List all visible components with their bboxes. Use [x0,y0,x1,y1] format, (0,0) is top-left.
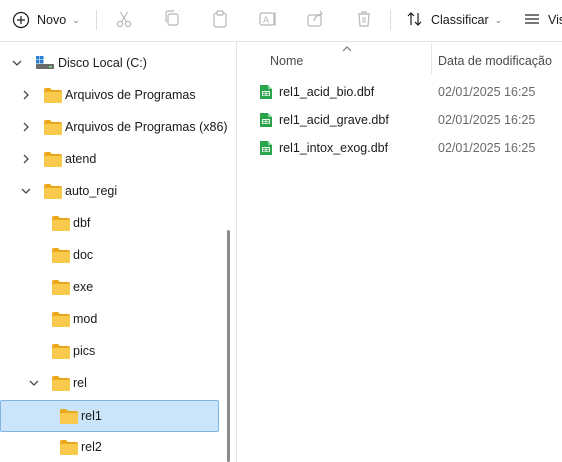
command-bar: Novo ⌄ A Classificar ⌄ Vi [0,0,562,42]
file-date-modified: 02/01/2025 16:25 [438,141,536,155]
folder-icon [44,184,62,202]
svg-text:A: A [263,16,270,26]
tree-item-arquivos-de-programas-x86[interactable]: Arquivos de Programas (x86) [0,112,228,142]
tree-item-rel1[interactable]: rel1 [0,400,219,432]
tree-item-atend[interactable]: atend [0,144,220,174]
tree-item-rel[interactable]: rel [0,368,220,398]
chevron-down-icon: ⌄ [72,14,80,25]
file-name: rel1_acid_bio.dbf [279,85,375,99]
tree-item-pics[interactable]: pics [0,336,220,366]
sort-button-label: Classificar [431,13,489,27]
column-header-row: Nome Data de modificação [237,42,562,76]
file-row[interactable]: rel1_acid_bio.dbf 02/01/2025 16:25 [237,78,562,106]
folder-icon [52,216,70,234]
chevron-down-icon: ⌄ [494,14,503,25]
tree-item-label: dbf [73,216,91,230]
file-date-modified: 02/01/2025 16:25 [438,85,536,99]
file-date-modified: 02/01/2025 16:25 [438,113,536,127]
tree-item-label: Arquivos de Programas [65,88,196,102]
folder-icon [52,376,70,394]
sort-icon [406,10,424,31]
tree-item-rel2[interactable]: rel2 [0,432,220,462]
share-icon [306,9,326,32]
trash-icon [354,9,374,32]
file-name: rel1_acid_grave.dbf [279,113,389,127]
rename-button[interactable]: A [258,6,278,34]
navigation-pane: Disco Local (C:) Arquivos de Programas A… [0,42,236,462]
toolbar-divider [390,10,391,30]
drive-icon [36,56,54,73]
chevron-right-icon[interactable] [19,88,33,102]
folder-icon [60,440,78,458]
tree-item-label: mod [73,312,98,326]
tree-item-label: rel [73,376,87,390]
tree-item-arquivos-de-programas[interactable]: Arquivos de Programas [0,80,220,110]
tree-item-auto-regi[interactable]: auto_regi [0,176,220,206]
file-list: Nome Data de modificação rel1_acid_bio.d… [237,42,562,462]
folder-icon [52,312,70,330]
sort-button[interactable]: Classificar ⌄ [406,6,502,34]
chevron-down-icon[interactable] [27,376,41,390]
tree-item-exe[interactable]: exe [0,272,220,302]
tree-item-label: pics [73,344,96,358]
toolbar-divider [96,10,97,30]
folder-icon [44,152,62,170]
tree-item-mod[interactable]: mod [0,304,220,334]
rename-icon: A [258,9,278,32]
folder-icon [44,88,62,106]
share-button[interactable] [306,6,326,34]
delete-button[interactable] [354,6,374,34]
tree-item-label: Arquivos de Programas (x86) [65,120,228,134]
tree-item-drive[interactable]: Disco Local (C:) [0,48,220,78]
folder-icon [44,120,62,138]
scissors-icon [114,9,134,32]
folder-icon [52,344,70,362]
folder-icon [60,409,78,427]
chevron-down-icon[interactable] [19,184,33,198]
sort-ascending-icon [342,44,352,54]
tree-item-label: rel1 [81,409,102,423]
copy-icon [162,9,182,32]
file-name: rel1_intox_exog.dbf [279,141,389,155]
dbf-file-icon [259,140,273,159]
view-icon [524,11,540,30]
tree-item-label: atend [65,152,97,166]
file-row[interactable]: rel1_intox_exog.dbf 02/01/2025 16:25 [237,134,562,162]
copy-button[interactable] [162,6,182,34]
folder-icon [52,280,70,298]
chevron-down-icon[interactable] [10,56,24,70]
folder-icon [52,248,70,266]
tree-item-label: exe [73,280,94,294]
plus-circle-icon [12,11,30,29]
chevron-right-icon[interactable] [19,152,33,166]
tree-item-doc[interactable]: doc [0,240,220,270]
tree-item-label: auto_regi [65,184,118,198]
navigation-scrollbar[interactable] [227,230,230,462]
tree-item-label: doc [73,248,94,262]
file-row[interactable]: rel1_acid_grave.dbf 02/01/2025 16:25 [237,106,562,134]
view-button[interactable]: Vis [524,6,562,34]
chevron-right-icon[interactable] [19,120,33,134]
view-button-label: Vis [548,13,562,27]
new-button[interactable]: Novo ⌄ [12,6,80,34]
tree-item-dbf[interactable]: dbf [0,208,220,238]
new-button-label: Novo [37,13,67,27]
dbf-file-icon [259,112,273,131]
tree-item-label: rel2 [81,440,102,454]
column-header-name[interactable]: Nome [270,54,303,68]
column-header-date-modified[interactable]: Data de modificação [438,54,552,68]
paste-button[interactable] [210,6,230,34]
paste-icon [210,9,230,32]
tree-item-label: Disco Local (C:) [58,56,147,70]
cut-button[interactable] [114,6,134,34]
column-divider[interactable] [431,44,432,74]
dbf-file-icon [259,84,273,103]
